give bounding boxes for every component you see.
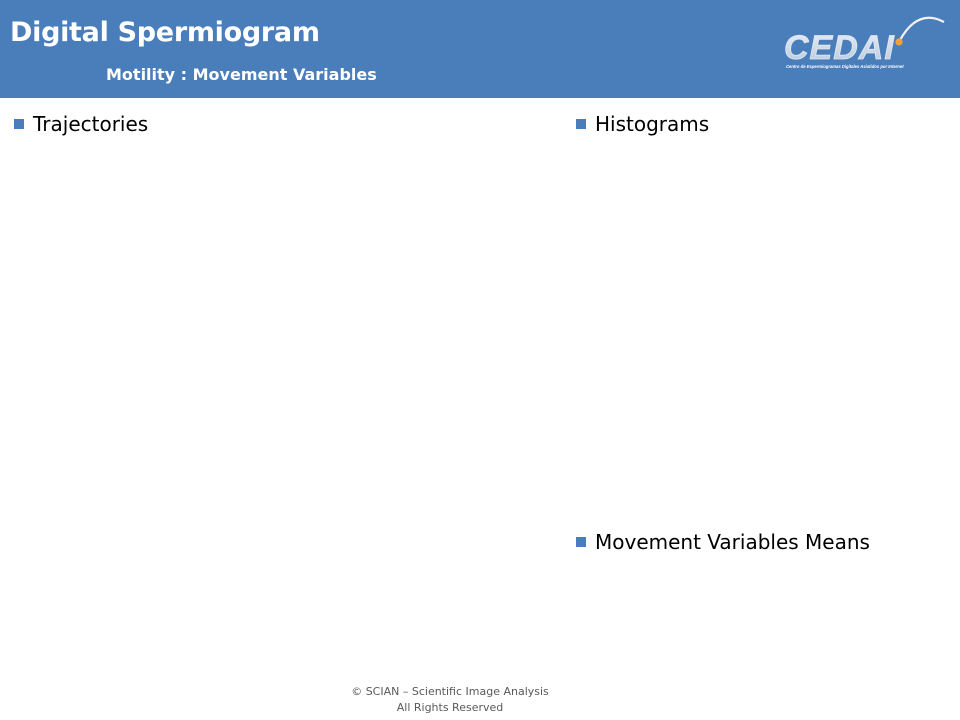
footer-copyright: © SCIAN – Scientific Image Analysis — [351, 685, 549, 698]
logo-tagline: Centro de Espermiogramas Digitales Asist… — [786, 64, 904, 69]
section-means: Movement Variables Means — [576, 530, 870, 554]
footer-rights: All Rights Reserved — [396, 701, 504, 714]
cedai-logo: CEDAI Centro de Espermiogramas Digitales… — [784, 16, 945, 69]
page-title: Digital Spermiogram — [10, 17, 320, 48]
footer: © SCIAN – Scientific Image Analysis All … — [300, 684, 600, 716]
page-subtitle: Motility : Movement Variables — [106, 65, 377, 84]
logo-dot — [895, 38, 903, 46]
logo-swoosh — [899, 16, 945, 41]
section-histograms: Histograms — [576, 112, 709, 136]
section-histograms-label: Histograms — [595, 112, 710, 136]
header-bar: Digital Spermiogram Motility : Movement … — [0, 0, 960, 98]
logo-wordmark: CEDAI — [784, 29, 895, 67]
section-trajectories-label: Trajectories — [33, 112, 149, 136]
section-trajectories: Trajectories — [14, 112, 148, 136]
bullet-marker — [576, 119, 586, 129]
bullet-marker — [14, 119, 24, 129]
section-means-label: Movement Variables Means — [595, 530, 870, 554]
bullet-marker — [576, 537, 586, 547]
